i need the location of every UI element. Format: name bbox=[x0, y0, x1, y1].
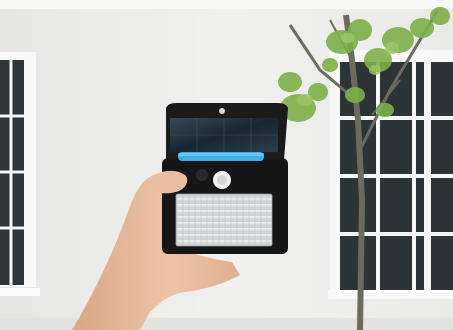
left-window bbox=[0, 52, 40, 296]
photo-canvas bbox=[0, 0, 453, 330]
led-lens-panel bbox=[176, 194, 272, 246]
pir-sensor-small bbox=[196, 169, 208, 181]
light-sensor-icon bbox=[219, 108, 225, 114]
top-strip bbox=[0, 0, 453, 9]
wall-base bbox=[0, 318, 453, 330]
photo-scene bbox=[0, 0, 453, 330]
